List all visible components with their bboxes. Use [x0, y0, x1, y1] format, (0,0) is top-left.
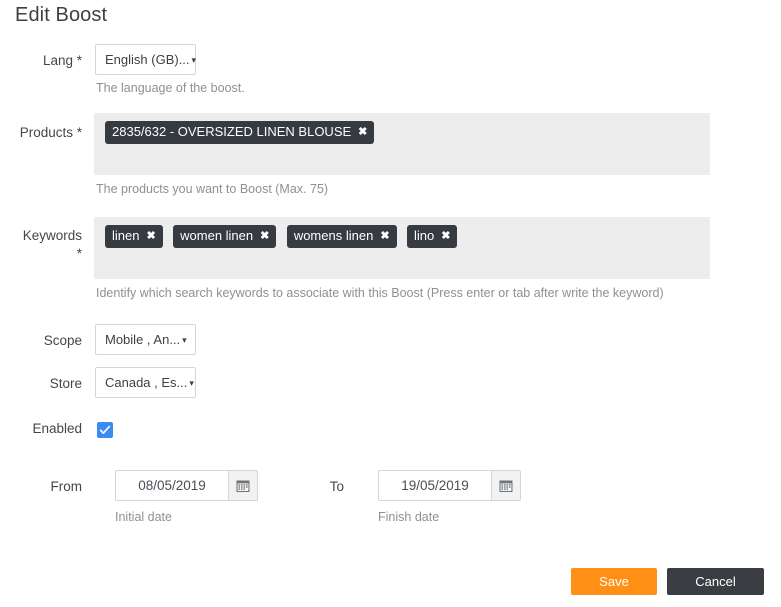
keywords-helper-text: Identify which search keywords to associ…: [96, 286, 664, 300]
keyword-tag[interactable]: womens linen ✖: [286, 225, 397, 248]
calendar-icon: [236, 480, 250, 492]
to-calendar-button[interactable]: [491, 470, 521, 501]
remove-tag-icon[interactable]: ✖: [441, 230, 450, 242]
chevron-down-icon: ▾: [182, 335, 187, 345]
keyword-tag[interactable]: linen ✖: [105, 225, 163, 248]
remove-tag-icon[interactable]: ✖: [146, 230, 155, 242]
check-icon: [99, 425, 111, 434]
save-button[interactable]: Save: [571, 568, 657, 595]
keyword-tag-label: lino: [413, 228, 435, 243]
to-label: To: [329, 479, 344, 494]
keywords-tag-input[interactable]: linen ✖ women linen ✖ womens linen ✖ lin…: [94, 217, 710, 279]
product-tag-label: 2835/632 - OVERSIZED LINEN BLOUSE: [112, 124, 352, 139]
lang-select[interactable]: English (GB)... ▾: [95, 44, 196, 75]
from-helper-text: Initial date: [115, 510, 172, 524]
lang-helper-text: The language of the boost.: [96, 81, 245, 95]
enabled-checkbox[interactable]: [97, 422, 113, 438]
products-tag-input[interactable]: 2835/632 - OVERSIZED LINEN BLOUSE ✖: [94, 113, 710, 175]
keyword-tag-label: womens linen: [293, 228, 374, 243]
from-label: From: [50, 479, 83, 494]
scope-select-value: Mobile , An...: [105, 332, 181, 347]
store-label: Store: [49, 376, 82, 391]
to-helper-text: Finish date: [378, 510, 440, 524]
lang-label: Lang *: [42, 53, 82, 68]
from-date-input[interactable]: [115, 470, 228, 501]
from-date-group: [115, 470, 258, 501]
remove-tag-icon[interactable]: ✖: [358, 126, 367, 138]
page-title: Edit Boost: [15, 4, 108, 26]
store-select[interactable]: Canada , Es... ▾: [95, 367, 196, 398]
enabled-label: Enabled: [32, 421, 82, 436]
keywords-label-text: Keywords: [22, 228, 82, 243]
lang-select-value: English (GB)...: [105, 52, 190, 67]
from-calendar-button[interactable]: [228, 470, 258, 501]
products-label: Products *: [19, 125, 82, 140]
keyword-tag-label: women linen: [180, 228, 254, 243]
keyword-tag[interactable]: lino ✖: [406, 225, 458, 248]
scope-select[interactable]: Mobile , An... ▾: [95, 324, 196, 355]
product-tag[interactable]: 2835/632 - OVERSIZED LINEN BLOUSE ✖: [105, 121, 375, 144]
to-date-input[interactable]: [378, 470, 491, 501]
chevron-down-icon: ▾: [189, 378, 194, 388]
remove-tag-icon[interactable]: ✖: [260, 230, 269, 242]
cancel-button[interactable]: Cancel: [667, 568, 764, 595]
keywords-label: Keywords *: [0, 227, 82, 263]
scope-label: Scope: [43, 333, 82, 348]
remove-tag-icon[interactable]: ✖: [380, 230, 389, 242]
store-select-value: Canada , Es...: [105, 375, 188, 390]
keyword-tag-label: linen: [112, 228, 140, 243]
products-helper-text: The products you want to Boost (Max. 75): [96, 182, 329, 196]
chevron-down-icon: ▾: [191, 55, 197, 65]
keyword-tag[interactable]: women linen ✖: [173, 225, 277, 248]
to-date-group: [378, 470, 521, 501]
calendar-icon: [499, 480, 513, 492]
keywords-required-asterisk: *: [76, 246, 82, 261]
